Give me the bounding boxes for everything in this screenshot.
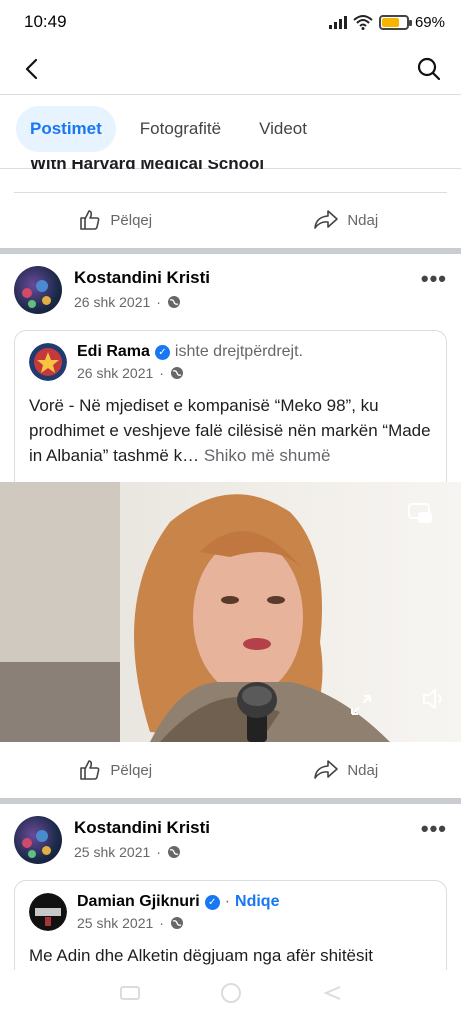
share-arrow-icon xyxy=(314,210,339,229)
shared-post[interactable]: Damian Gjiknuri ✓ · Ndiqe 25 shk 2021 · … xyxy=(14,880,447,970)
tab-videot[interactable]: Videot xyxy=(245,106,321,152)
post-actions: Pëlqej Ndaj xyxy=(0,742,461,798)
globe-icon xyxy=(167,296,180,308)
tab-fotografite[interactable]: Fotografitë xyxy=(126,106,235,152)
back-arrow-icon xyxy=(25,58,38,80)
share-arrow-icon xyxy=(314,760,339,779)
post-header: Kostandini Kristi 25 shk 2021 · xyxy=(14,816,210,864)
post-header: Kostandini Kristi 26 shk 2021 · xyxy=(14,266,210,314)
search-button[interactable] xyxy=(413,53,445,85)
profile-tabs: Postimet Fotografitë Videot xyxy=(16,106,321,152)
wifi-icon xyxy=(353,15,373,30)
home-icon[interactable] xyxy=(220,982,242,1004)
post-date[interactable]: 25 shk 2021 xyxy=(74,844,150,860)
share-button[interactable]: Ndaj xyxy=(231,742,461,798)
top-nav xyxy=(0,44,461,94)
more-options-button[interactable]: ••• xyxy=(421,266,447,292)
video-frame xyxy=(0,482,390,742)
post-date[interactable]: 26 shk 2021 xyxy=(74,294,150,310)
status-bar: 10:49 69% xyxy=(0,0,461,44)
back-nav-icon[interactable] xyxy=(322,985,342,1001)
thumbs-up-icon xyxy=(80,210,100,230)
avatar[interactable] xyxy=(14,816,62,864)
verified-badge-icon: ✓ xyxy=(204,894,220,910)
previous-post-actions: Pëlqej Ndaj xyxy=(0,192,461,248)
signal-icon xyxy=(328,15,347,29)
video-player[interactable] xyxy=(0,482,461,742)
like-button[interactable]: Pëlqej xyxy=(0,192,231,248)
fullscreen-icon[interactable] xyxy=(350,694,372,716)
system-nav-bar xyxy=(0,982,461,1004)
picture-in-picture-icon[interactable] xyxy=(407,502,435,526)
battery-percent: 69% xyxy=(414,13,445,31)
globe-icon xyxy=(167,846,180,858)
globe-icon xyxy=(170,367,183,379)
see-more-link[interactable]: Shiko më shumë xyxy=(204,446,331,465)
previous-post-text: With Harvard Medical School xyxy=(30,160,265,173)
follow-button[interactable]: Ndiqe xyxy=(235,893,279,911)
nav-divider xyxy=(0,94,461,95)
more-options-button[interactable]: ••• xyxy=(421,816,447,842)
shared-author[interactable]: Damian Gjiknuri xyxy=(77,893,200,911)
thumbs-up-icon xyxy=(80,760,100,780)
avatar[interactable] xyxy=(29,893,67,931)
post-text: Me Adin dhe Alketin dëgjuam nga afër shi… xyxy=(29,946,373,965)
globe-icon xyxy=(170,917,183,929)
post-date[interactable]: 25 shk 2021 xyxy=(77,915,153,931)
post-author[interactable]: Kostandini Kristi xyxy=(74,268,210,288)
like-button[interactable]: Pëlqej xyxy=(0,742,231,798)
post-date[interactable]: 26 shk 2021 xyxy=(77,365,153,381)
shared-author[interactable]: Edi Rama xyxy=(77,343,150,361)
recents-icon[interactable] xyxy=(119,986,140,1000)
avatar[interactable] xyxy=(14,266,62,314)
post-author[interactable]: Kostandini Kristi xyxy=(74,818,210,838)
volume-icon[interactable] xyxy=(421,686,447,712)
avatar[interactable] xyxy=(29,343,67,381)
verified-badge-icon: ✓ xyxy=(154,344,170,360)
clock: 10:49 xyxy=(24,12,67,31)
back-button[interactable] xyxy=(16,53,48,85)
tab-postimet[interactable]: Postimet xyxy=(16,106,116,152)
search-icon xyxy=(417,57,441,81)
battery-icon xyxy=(378,14,412,30)
shared-post[interactable]: Edi Rama ✓ ishte drejtpërdrejt. 26 shk 2… xyxy=(14,330,447,482)
share-button[interactable]: Ndaj xyxy=(231,192,461,248)
